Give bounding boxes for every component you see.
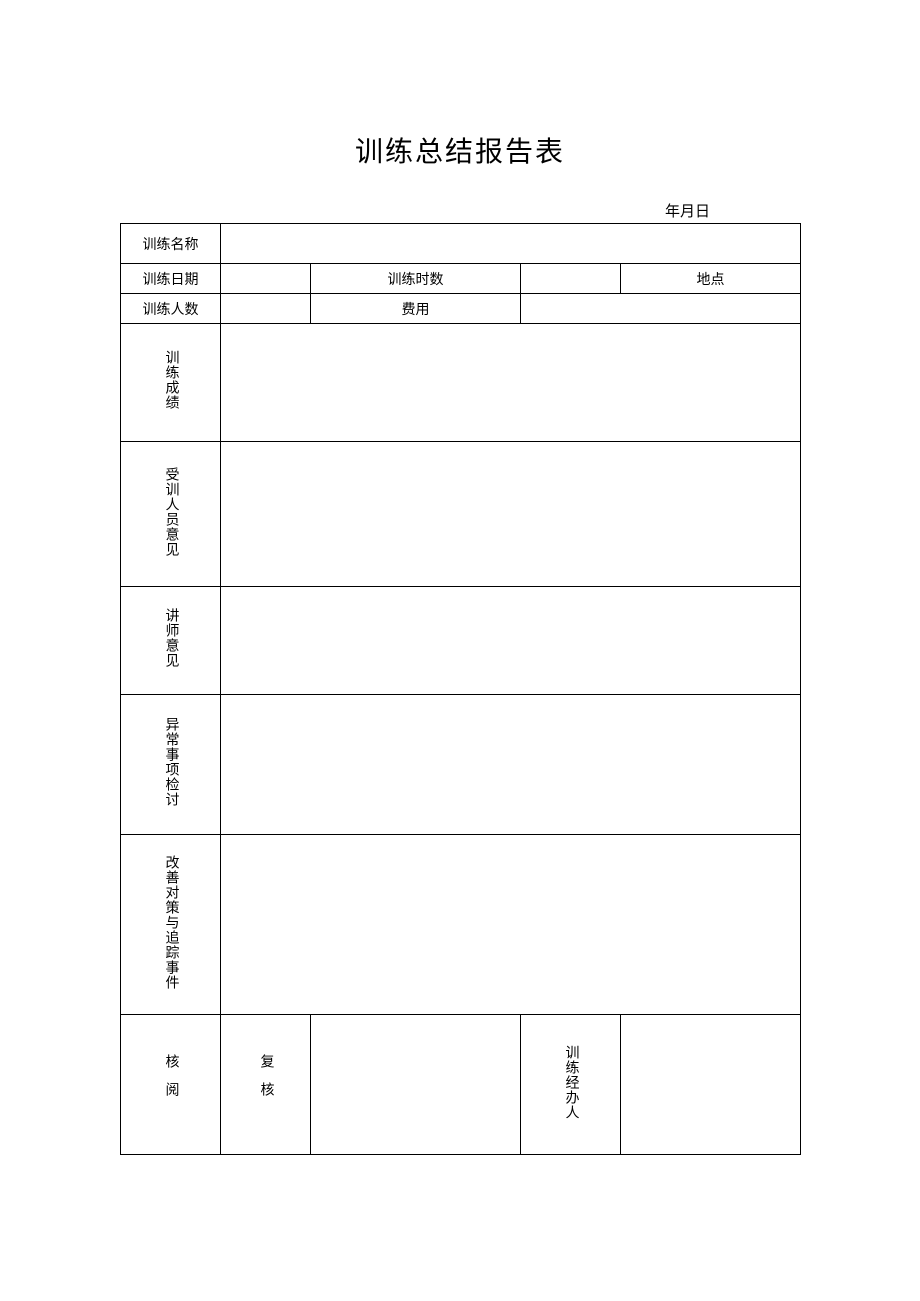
row-instructor-opinion: 讲师意见 bbox=[121, 587, 801, 695]
value-abnormal-review[interactable] bbox=[221, 695, 801, 835]
date-label: 年月日 bbox=[120, 200, 800, 221]
row-results: 训练成绩 bbox=[121, 324, 801, 442]
label-trainee-opinion: 受训人员意见 bbox=[121, 442, 221, 587]
value-training-date[interactable] bbox=[221, 264, 311, 294]
page-title: 训练总结报告表 bbox=[120, 130, 800, 170]
label-instructor-opinion: 讲师意见 bbox=[121, 587, 221, 695]
label-training-count: 训练人数 bbox=[121, 294, 221, 324]
row-improvement: 改善对策与追踪事件 bbox=[121, 835, 801, 1015]
label-location: 地点 bbox=[621, 264, 801, 294]
value-improvement[interactable] bbox=[221, 835, 801, 1015]
value-training-name[interactable] bbox=[221, 224, 801, 264]
label-organizer: 训练经办人 bbox=[521, 1015, 621, 1155]
value-cost[interactable] bbox=[521, 294, 801, 324]
label-recheck: 复核 bbox=[221, 1015, 311, 1155]
document-page: 训练总结报告表 年月日 训练名称 训练日期 训练时数 地点 训练人数 费用 bbox=[0, 0, 920, 1155]
value-training-hours[interactable] bbox=[521, 264, 621, 294]
label-abnormal-review: 异常事项检讨 bbox=[121, 695, 221, 835]
value-recheck-sig[interactable] bbox=[311, 1015, 521, 1155]
label-training-name: 训练名称 bbox=[121, 224, 221, 264]
value-organizer-sig[interactable] bbox=[621, 1015, 801, 1155]
label-review: 核阅 bbox=[121, 1015, 221, 1155]
label-training-date: 训练日期 bbox=[121, 264, 221, 294]
label-results: 训练成绩 bbox=[121, 324, 221, 442]
row-training-name: 训练名称 bbox=[121, 224, 801, 264]
label-cost: 费用 bbox=[311, 294, 521, 324]
value-trainee-opinion[interactable] bbox=[221, 442, 801, 587]
label-improvement: 改善对策与追踪事件 bbox=[121, 835, 221, 1015]
row-training-date: 训练日期 训练时数 地点 bbox=[121, 264, 801, 294]
report-table: 训练名称 训练日期 训练时数 地点 训练人数 费用 训练成绩 受训人员意见 bbox=[120, 223, 801, 1155]
row-trainee-opinion: 受训人员意见 bbox=[121, 442, 801, 587]
label-training-hours: 训练时数 bbox=[311, 264, 521, 294]
row-signatures: 核阅 复核 训练经办人 bbox=[121, 1015, 801, 1155]
row-abnormal-review: 异常事项检讨 bbox=[121, 695, 801, 835]
value-results[interactable] bbox=[221, 324, 801, 442]
value-training-count[interactable] bbox=[221, 294, 311, 324]
value-instructor-opinion[interactable] bbox=[221, 587, 801, 695]
row-training-count: 训练人数 费用 bbox=[121, 294, 801, 324]
